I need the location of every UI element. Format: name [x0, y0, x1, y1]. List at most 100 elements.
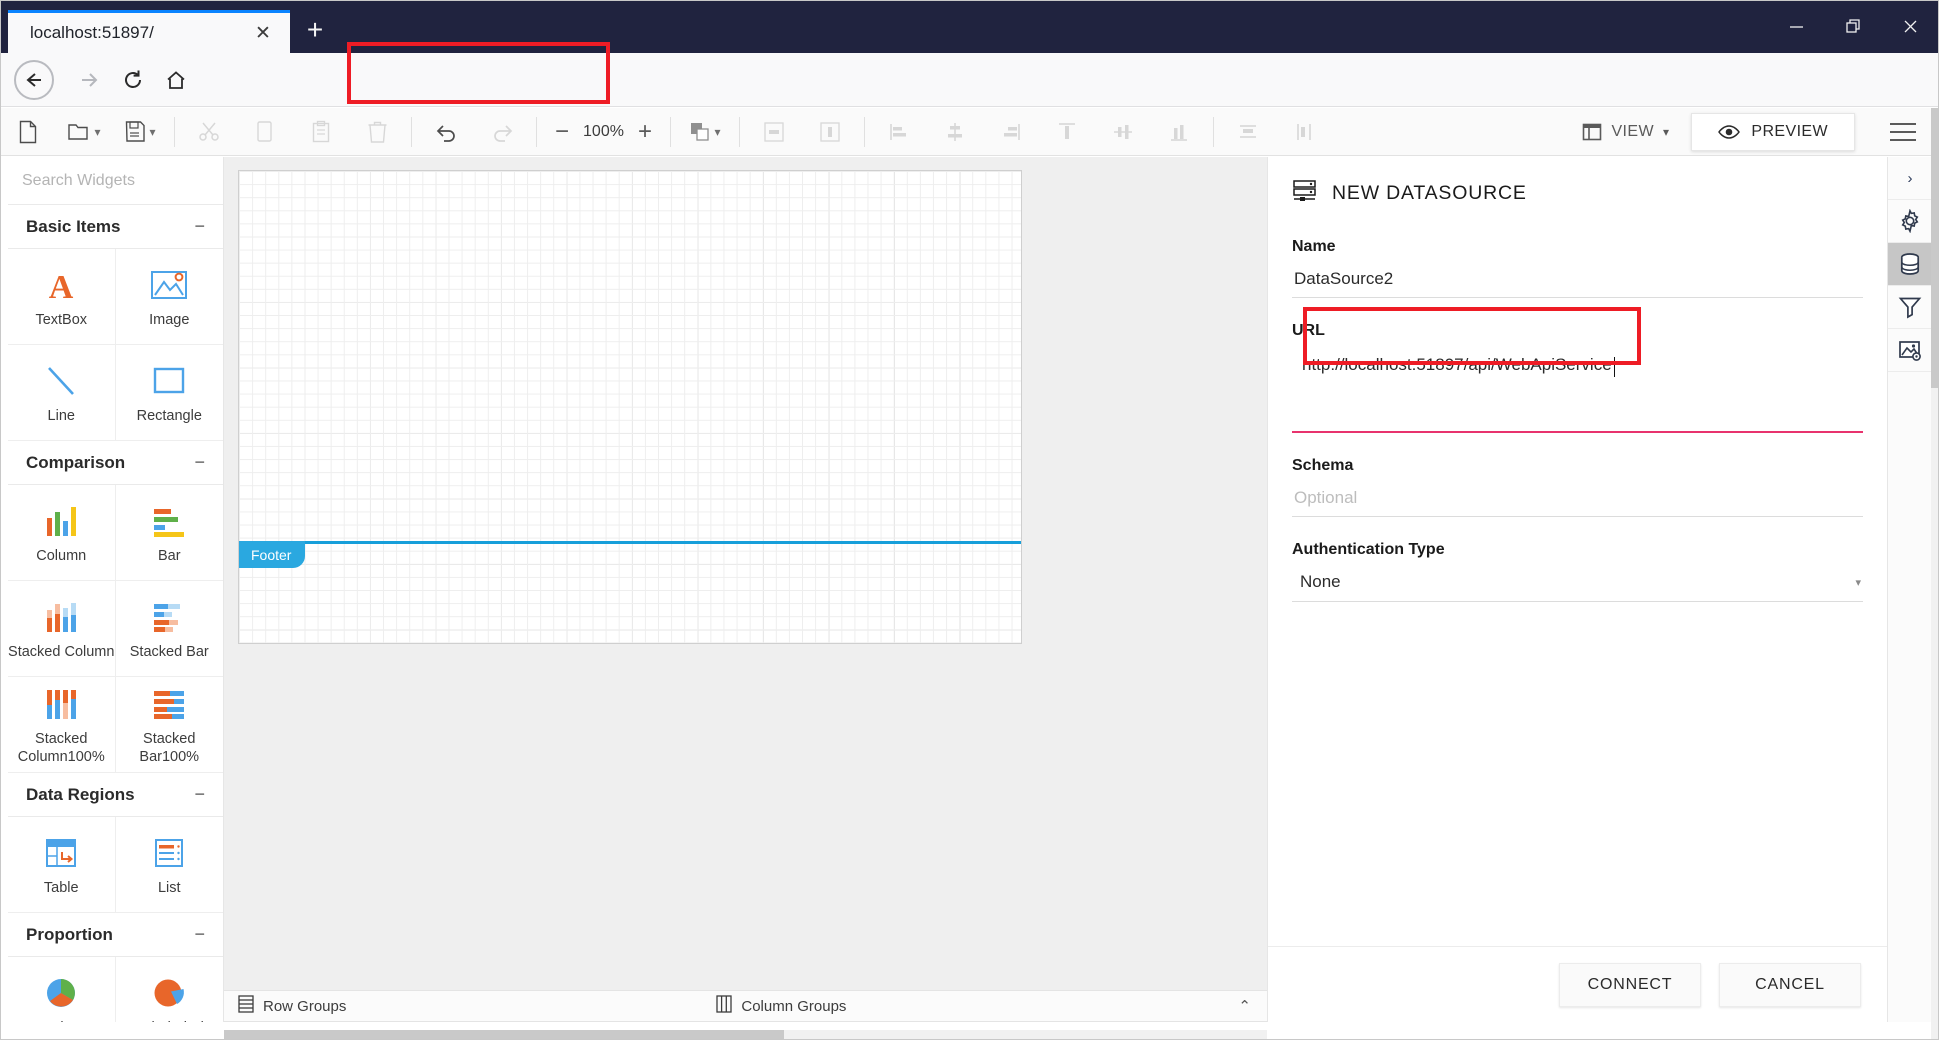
align-right-icon[interactable] [983, 108, 1039, 156]
widget-table[interactable]: Table [8, 817, 116, 913]
scrollbar-thumb[interactable] [1931, 108, 1939, 388]
trash-icon[interactable] [349, 108, 405, 156]
home-icon[interactable] [155, 59, 197, 101]
align-center-icon[interactable] [927, 108, 983, 156]
page-scrollbar-vertical[interactable] [1931, 108, 1939, 1040]
new-file-icon[interactable] [0, 108, 56, 156]
scissors-icon[interactable] [181, 108, 237, 156]
svg-text:A: A [49, 269, 74, 303]
layer-order-icon[interactable]: ▾ [677, 108, 733, 156]
canvas-scrollbar-horizontal[interactable] [224, 1030, 1267, 1040]
report-design-surface[interactable]: Footer [238, 170, 1022, 644]
collapse-icon[interactable]: − [194, 216, 205, 237]
widget-stacked-column[interactable]: Stacked Column [8, 581, 116, 677]
column-groups-button[interactable]: Column Groups [716, 995, 846, 1017]
save-icon[interactable]: ▾ [112, 108, 168, 156]
schema-field-label: Schema [1292, 457, 1354, 474]
section-header-data-regions[interactable]: Data Regions − [8, 773, 223, 817]
widget-textbox[interactable]: A TextBox [8, 249, 116, 345]
center-vertical-icon[interactable] [802, 108, 858, 156]
distribute-vertical-icon[interactable] [1276, 108, 1332, 156]
view-button[interactable]: VIEW ▾ [1582, 122, 1669, 142]
pink-divider [1292, 431, 1863, 433]
align-bottom-icon[interactable] [1151, 108, 1207, 156]
datasource-form: Name URL Schema Authentication Type None [1268, 208, 1887, 946]
minimize-icon[interactable] [1768, 0, 1825, 53]
widget-stacked-bar-100[interactable]: Stacked Bar100% [115, 677, 223, 773]
close-icon[interactable] [1882, 0, 1939, 53]
open-folder-icon[interactable]: ▾ [56, 108, 112, 156]
search-input[interactable] [22, 171, 223, 190]
widget-stacked-bar[interactable]: Stacked Bar [115, 581, 223, 677]
widget-label: Bar [157, 547, 181, 564]
view-button-label: VIEW [1611, 122, 1654, 140]
zoom-out-button[interactable]: − [555, 119, 569, 144]
schema-input[interactable] [1292, 480, 1863, 517]
widget-line[interactable]: Line [8, 345, 116, 441]
name-input[interactable] [1292, 261, 1863, 298]
paste-icon[interactable] [293, 108, 349, 156]
widget-rectangle[interactable]: Rectangle [115, 345, 223, 441]
gear-icon[interactable] [1888, 200, 1932, 243]
align-top-icon[interactable] [1039, 108, 1095, 156]
chevron-down-icon[interactable]: ▾ [149, 125, 155, 139]
chevron-up-icon[interactable]: ⌃ [1238, 997, 1251, 1015]
widget-exploded-pie[interactable]: Exploded Pie [116, 957, 224, 1022]
widget-pie[interactable]: Pie [8, 957, 116, 1022]
chevron-down-icon[interactable]: ▾ [1855, 576, 1861, 589]
chevron-right-icon[interactable]: › [1888, 157, 1932, 200]
align-middle-icon[interactable] [1095, 108, 1151, 156]
report-designer-toolbar: ▾ ▾ − 100% + ▾ VIEW ▾ PREVIEW [0, 108, 1939, 156]
field-schema: Schema [1292, 457, 1863, 517]
hamburger-menu-icon[interactable] [1877, 108, 1929, 156]
column-chart-icon [42, 500, 80, 542]
image-settings-icon[interactable] [1888, 329, 1932, 372]
widget-stacked-column-100[interactable]: Stacked Column100% [8, 677, 116, 773]
redo-icon[interactable] [474, 108, 530, 156]
cancel-button[interactable]: CANCEL [1719, 962, 1861, 1007]
widget-grid-basic-items: A TextBox Image Line Rectangle [8, 249, 223, 441]
section-header-comparison[interactable]: Comparison − [8, 441, 223, 485]
center-button-group [746, 108, 858, 156]
collapse-icon[interactable]: − [194, 924, 205, 945]
url-input[interactable] [1292, 347, 1863, 383]
section-header-basic-items[interactable]: Basic Items − [8, 205, 223, 249]
align-left-icon[interactable] [871, 108, 927, 156]
browser-titlebar: localhost:51897/ ✕ + [0, 0, 1939, 53]
new-tab-button[interactable]: + [300, 16, 330, 46]
connect-button[interactable]: CONNECT [1559, 962, 1701, 1007]
restore-icon[interactable] [1825, 0, 1882, 53]
auth-type-select[interactable]: None ▾ [1292, 564, 1863, 602]
footer-section-tag[interactable]: Footer [239, 541, 306, 568]
widget-column[interactable]: Column [8, 485, 116, 581]
center-horizontal-icon[interactable] [746, 108, 802, 156]
row-groups-button[interactable]: Row Groups [238, 995, 346, 1017]
chevron-down-icon[interactable]: ▾ [714, 125, 720, 139]
section-header-proportion[interactable]: Proportion − [8, 913, 223, 957]
distribute-horizontal-icon[interactable] [1220, 108, 1276, 156]
collapse-icon[interactable]: − [194, 784, 205, 805]
database-icon[interactable] [1888, 243, 1932, 286]
filter-icon[interactable] [1888, 286, 1932, 329]
undo-icon[interactable] [418, 108, 474, 156]
reload-icon[interactable] [112, 59, 154, 101]
chevron-down-icon[interactable]: ▾ [94, 125, 100, 139]
zoom-in-button[interactable]: + [638, 119, 652, 144]
toolbar-divider [1212, 116, 1214, 147]
copy-icon[interactable] [237, 108, 293, 156]
scrollbar-thumb[interactable] [224, 1030, 784, 1040]
browser-tab[interactable]: localhost:51897/ ✕ [8, 10, 290, 53]
widget-image[interactable]: Image [115, 249, 223, 345]
widget-bar[interactable]: Bar [115, 485, 223, 581]
zoom-level-value: 100% [583, 122, 624, 140]
widget-list[interactable]: List [115, 817, 223, 913]
align-button-group [871, 108, 1207, 156]
report-canvas-area[interactable]: Footer [224, 157, 1267, 990]
chevron-down-icon[interactable]: ▾ [1663, 125, 1669, 139]
preview-button[interactable]: PREVIEW [1691, 112, 1855, 151]
browser-tab-title: localhost:51897/ [30, 23, 154, 42]
collapse-icon[interactable]: − [194, 452, 205, 473]
back-arrow-icon[interactable] [13, 59, 55, 101]
tab-close-icon[interactable]: ✕ [252, 22, 274, 44]
app-screenshot: localhost:51897/ ✕ + ▾ ▾ − 100% + ▾ VIEW… [0, 0, 1939, 1040]
